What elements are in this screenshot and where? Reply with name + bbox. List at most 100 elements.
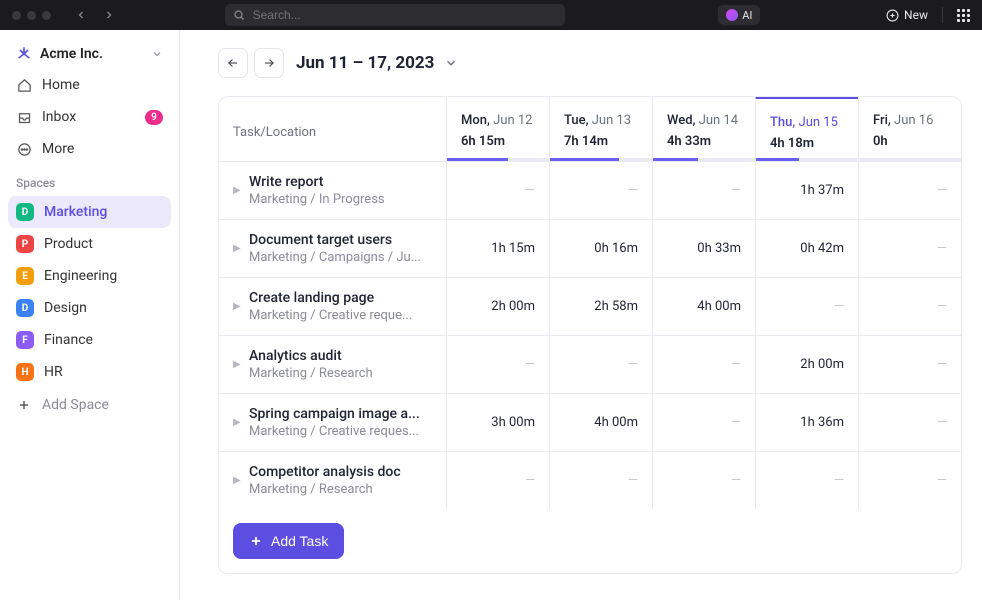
day-progress-bar [653, 158, 755, 161]
new-button[interactable]: New [886, 8, 928, 22]
task-cell[interactable]: ▶ Document target users Marketing / Camp… [219, 220, 446, 277]
day-name: Wed, Jun 14 [667, 113, 741, 128]
apps-button[interactable] [957, 9, 970, 22]
add-space-button[interactable]: Add Space [8, 390, 171, 420]
day-progress-bar [447, 158, 549, 161]
time-cell[interactable]: — [446, 452, 549, 509]
expand-caret-icon[interactable]: ▶ [233, 301, 243, 312]
ai-icon [726, 9, 738, 21]
space-item[interactable]: P Product [8, 228, 171, 260]
plus-icon [16, 398, 32, 412]
nav-home[interactable]: Home [8, 70, 171, 100]
add-task-button[interactable]: Add Task [233, 523, 344, 559]
time-cell[interactable]: — [446, 162, 549, 219]
space-label: HR [44, 364, 63, 380]
ai-button[interactable]: AI [718, 5, 760, 25]
time-cell[interactable]: — [549, 162, 652, 219]
space-item[interactable]: H HR [8, 356, 171, 388]
prev-week-button[interactable] [218, 48, 248, 78]
time-cell[interactable]: 2h 58m [549, 278, 652, 335]
day-progress-bar [756, 158, 858, 161]
day-name: Tue, Jun 13 [564, 113, 638, 128]
time-cell[interactable]: — [755, 278, 858, 335]
time-cell[interactable]: 1h 15m [446, 220, 549, 277]
space-item[interactable]: E Engineering [8, 260, 171, 292]
time-cell[interactable]: 0h 42m [755, 220, 858, 277]
divider [942, 7, 943, 23]
day-total: 4h 33m [667, 134, 741, 149]
time-cell[interactable]: 0h 16m [549, 220, 652, 277]
time-cell[interactable]: — [652, 394, 755, 451]
org-logo-icon [16, 46, 32, 62]
time-cell[interactable]: — [755, 452, 858, 509]
time-cell[interactable]: — [858, 336, 961, 393]
ai-label: AI [742, 9, 752, 22]
task-cell[interactable]: ▶ Create landing page Marketing / Creati… [219, 278, 446, 335]
time-cell[interactable]: — [446, 336, 549, 393]
day-name: Mon, Jun 12 [461, 113, 535, 128]
day-total: 0h [873, 134, 947, 149]
task-title: Document target users [249, 232, 436, 248]
chevron-down-icon [444, 56, 458, 70]
task-row: ▶ Spring campaign image a... Marketing /… [219, 393, 961, 451]
task-title: Write report [249, 174, 436, 190]
time-cell[interactable]: — [652, 162, 755, 219]
space-item[interactable]: D Design [8, 292, 171, 324]
time-cell[interactable]: 1h 36m [755, 394, 858, 451]
inbox-badge: 9 [145, 110, 163, 125]
task-cell[interactable]: ▶ Spring campaign image a... Marketing /… [219, 394, 446, 451]
date-range-picker[interactable]: Jun 11 – 17, 2023 [296, 53, 458, 73]
time-cell[interactable]: — [652, 336, 755, 393]
task-cell[interactable]: ▶ Analytics audit Marketing / Research [219, 336, 446, 393]
task-row: ▶ Competitor analysis doc Marketing / Re… [219, 451, 961, 509]
window-dot[interactable] [42, 11, 51, 20]
time-cell[interactable]: 0h 33m [652, 220, 755, 277]
expand-caret-icon[interactable]: ▶ [233, 243, 243, 254]
window-dot[interactable] [27, 11, 36, 20]
nav-label: Inbox [42, 109, 76, 125]
expand-caret-icon[interactable]: ▶ [233, 185, 243, 196]
task-title: Analytics audit [249, 348, 436, 364]
expand-caret-icon[interactable]: ▶ [233, 359, 243, 370]
day-header-cell[interactable]: Mon, Jun 12 6h 15m [446, 97, 549, 161]
org-switcher[interactable]: Acme Inc. [8, 40, 171, 68]
task-row: ▶ Create landing page Marketing / Creati… [219, 277, 961, 335]
task-cell[interactable]: ▶ Competitor analysis doc Marketing / Re… [219, 452, 446, 509]
space-label: Design [44, 300, 87, 316]
expand-caret-icon[interactable]: ▶ [233, 475, 243, 486]
time-cell[interactable]: — [858, 162, 961, 219]
space-item[interactable]: D Marketing [8, 196, 171, 228]
time-cell[interactable]: — [858, 278, 961, 335]
time-cell[interactable]: — [549, 452, 652, 509]
nav-inbox[interactable]: Inbox 9 [8, 102, 171, 132]
space-item[interactable]: F Finance [8, 324, 171, 356]
task-path: Marketing / Creative reques... [249, 424, 436, 439]
time-cell[interactable]: 1h 37m [755, 162, 858, 219]
task-title: Spring campaign image a... [249, 406, 436, 422]
time-cell[interactable]: 2h 00m [755, 336, 858, 393]
time-cell[interactable]: — [858, 394, 961, 451]
forward-button[interactable] [99, 5, 119, 25]
nav-more[interactable]: More [8, 134, 171, 164]
search-input[interactable] [225, 4, 565, 26]
back-button[interactable] [71, 5, 91, 25]
day-header-cell[interactable]: Thu, Jun 15 4h 18m [755, 96, 858, 161]
task-row: ▶ Document target users Marketing / Camp… [219, 219, 961, 277]
day-header-cell[interactable]: Fri, Jun 16 0h [858, 97, 961, 161]
next-week-button[interactable] [254, 48, 284, 78]
day-header-cell[interactable]: Wed, Jun 14 4h 33m [652, 97, 755, 161]
space-letter-icon: D [16, 299, 34, 317]
time-cell[interactable]: 4h 00m [549, 394, 652, 451]
window-dot[interactable] [12, 11, 21, 20]
time-cell[interactable]: 3h 00m [446, 394, 549, 451]
time-cell[interactable]: 2h 00m [446, 278, 549, 335]
time-cell[interactable]: — [858, 220, 961, 277]
time-cell[interactable]: — [652, 452, 755, 509]
time-cell[interactable]: 4h 00m [652, 278, 755, 335]
expand-caret-icon[interactable]: ▶ [233, 417, 243, 428]
task-cell[interactable]: ▶ Write report Marketing / In Progress [219, 162, 446, 219]
time-cell[interactable]: — [858, 452, 961, 509]
day-header-cell[interactable]: Tue, Jun 13 7h 14m [549, 97, 652, 161]
task-title: Create landing page [249, 290, 436, 306]
time-cell[interactable]: — [549, 336, 652, 393]
